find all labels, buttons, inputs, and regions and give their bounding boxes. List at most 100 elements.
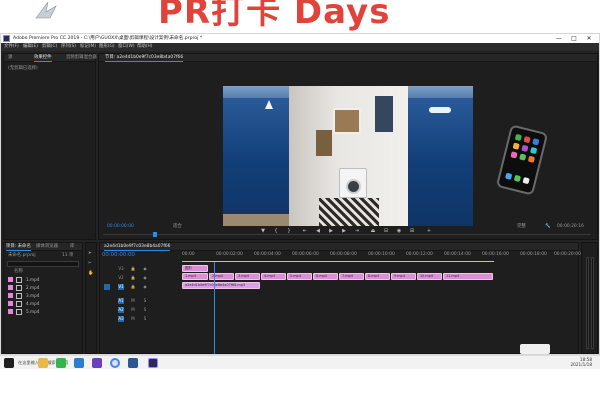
windows-start-icon[interactable] bbox=[4, 358, 14, 368]
mark-in-icon[interactable]: { bbox=[272, 227, 280, 235]
program-timecode[interactable]: 00:00:00:00 bbox=[107, 224, 134, 230]
tab-program[interactable]: 节目: a2e4d1b0e9f7c03e8b4a07f66 bbox=[105, 54, 184, 62]
file-explorer-icon[interactable] bbox=[38, 358, 48, 368]
timeline-clip[interactable]: 7.mp4 bbox=[339, 273, 364, 280]
project-item[interactable]: 5.mp4 bbox=[8, 308, 82, 316]
browser-icon[interactable] bbox=[74, 358, 84, 368]
wrench-icon[interactable]: 🔧 bbox=[545, 224, 550, 230]
tools-panel: ➤ ✂ ✋ bbox=[85, 242, 97, 354]
project-item[interactable]: 3.mp4 bbox=[8, 292, 82, 300]
selection-tool-icon[interactable]: ➤ bbox=[88, 251, 92, 257]
add-button-icon[interactable]: + bbox=[425, 227, 433, 235]
eye-icon[interactable]: ◉ bbox=[142, 284, 148, 290]
tray-toolbar[interactable] bbox=[520, 344, 550, 354]
go-to-out-icon[interactable]: ⇥ bbox=[353, 227, 361, 235]
target-v3[interactable] bbox=[104, 266, 110, 272]
timeline-clip[interactable]: 8.mp4 bbox=[365, 273, 390, 280]
project-search-input[interactable] bbox=[7, 261, 79, 267]
chrome-icon[interactable] bbox=[110, 358, 120, 368]
menu-clip[interactable]: 剪辑(C) bbox=[42, 43, 57, 51]
wall-shelf bbox=[333, 108, 361, 134]
lock-icon[interactable]: 🔒 bbox=[130, 275, 136, 281]
add-marker-icon[interactable]: ▼ bbox=[259, 227, 267, 235]
maximize-button[interactable]: □ bbox=[568, 34, 580, 43]
source-patch-v1[interactable] bbox=[104, 284, 110, 290]
timeline-clip[interactable]: 4.mp4 bbox=[261, 273, 286, 280]
wechat-icon[interactable] bbox=[56, 358, 66, 368]
timeline-playhead[interactable] bbox=[214, 262, 215, 354]
hand-tool-icon[interactable]: ✋ bbox=[88, 271, 93, 277]
project-item[interactable]: 4.mp4 bbox=[8, 300, 82, 308]
title-bar: Adobe Premiere Pro CC 2019 - C:\用户\GUOXX… bbox=[1, 34, 599, 43]
menu-window[interactable]: 窗口(W) bbox=[118, 43, 135, 51]
play-icon[interactable]: ▶ bbox=[327, 227, 335, 235]
timeline-clip[interactable]: 9.mp4 bbox=[391, 273, 416, 280]
timeline-clip[interactable]: 1.mp4 bbox=[182, 273, 208, 280]
lock-icon[interactable]: 🔒 bbox=[130, 284, 136, 290]
timeline-clip[interactable]: 2.mp4 bbox=[209, 273, 234, 280]
timeline-timecode[interactable]: 00:00:00:00 bbox=[102, 252, 135, 258]
export-frame-icon[interactable]: ◉ bbox=[395, 227, 403, 235]
premiere-taskbar-icon[interactable] bbox=[148, 358, 158, 368]
comparison-view-icon[interactable]: ⊞ bbox=[408, 227, 416, 235]
app-icon bbox=[529, 146, 538, 155]
mute-icon[interactable]: M bbox=[130, 298, 136, 304]
project-item[interactable]: 1.mp4 bbox=[8, 276, 82, 284]
ruler-tick: 00:00:06:00 bbox=[292, 252, 319, 257]
timeline-clip[interactable]: 10.mp4 bbox=[417, 273, 442, 280]
word-icon[interactable] bbox=[128, 358, 138, 368]
go-to-in-icon[interactable]: ⇤ bbox=[301, 227, 309, 235]
time-ruler[interactable]: 00:00 00:00:02:00 00:00:04:00 00:00:06:0… bbox=[182, 252, 581, 261]
timeline-clip[interactable]: 6.mp4 bbox=[313, 273, 338, 280]
mute-icon[interactable]: M bbox=[130, 307, 136, 313]
tab-sequence[interactable]: a2e4d1b0e9f7c03e8b4a07f66 bbox=[104, 243, 171, 251]
eye-icon[interactable]: ◉ bbox=[142, 275, 148, 281]
eye-icon[interactable]: ◉ bbox=[142, 266, 148, 272]
close-button[interactable]: ✕ bbox=[583, 34, 595, 43]
tab-effect-controls[interactable]: 效果控件 bbox=[34, 54, 52, 62]
tab-project[interactable]: 项目: 未命名 bbox=[6, 243, 31, 251]
ruler-tick: 00:00:02:00 bbox=[216, 252, 243, 257]
clip-icon bbox=[16, 293, 22, 299]
audio-clip[interactable]: a2e4d1b0e9f7c03e8b4a07f66.mp3 bbox=[182, 282, 260, 289]
solo-icon[interactable]: S bbox=[142, 316, 148, 322]
razor-tool-icon[interactable]: ✂ bbox=[88, 261, 92, 267]
work-area-bar[interactable] bbox=[182, 261, 494, 262]
step-back-icon[interactable]: ◀ bbox=[314, 227, 322, 235]
timeline-clip[interactable]: 3.mp4 bbox=[235, 273, 260, 280]
tray-clock[interactable]: 18:58 2021/1/18 bbox=[571, 357, 592, 367]
mark-out-icon[interactable]: } bbox=[285, 227, 293, 235]
menu-file[interactable]: 文件(F) bbox=[4, 43, 19, 51]
step-forward-icon[interactable]: ▶ bbox=[340, 227, 348, 235]
fit-dropdown[interactable]: 适合 bbox=[173, 224, 182, 230]
tab-media-browser[interactable]: 媒体浏览器 bbox=[36, 243, 58, 251]
project-tabs: 项目: 未命名 媒体浏览器 库 bbox=[4, 243, 82, 251]
menu-marker[interactable]: 标记(M) bbox=[80, 43, 96, 51]
solo-icon[interactable]: S bbox=[142, 298, 148, 304]
extract-icon[interactable]: ⊟ bbox=[382, 227, 390, 235]
tab-audio-mixer[interactable]: 音频剪辑混合器 bbox=[66, 54, 97, 62]
lock-icon[interactable]: 🔒 bbox=[130, 266, 136, 272]
track-label-a2: A2 bbox=[118, 307, 124, 313]
menu-help[interactable]: 帮助(H) bbox=[137, 43, 153, 51]
app-icon bbox=[532, 138, 540, 146]
minimize-button[interactable]: — bbox=[553, 34, 565, 43]
timeline-clip[interactable]: 5.mp4 bbox=[287, 273, 312, 280]
timeline-clip[interactable]: 11.mp4 bbox=[443, 273, 493, 280]
menu-sequence[interactable]: 序列(S) bbox=[61, 43, 76, 51]
tab-library[interactable]: 库 bbox=[70, 243, 74, 251]
playhead[interactable] bbox=[153, 232, 157, 237]
title-clip[interactable]: 图形 bbox=[182, 265, 208, 272]
solo-icon[interactable]: S bbox=[142, 307, 148, 313]
app-icon[interactable] bbox=[92, 358, 102, 368]
menu-edit[interactable]: 编辑(E) bbox=[23, 43, 38, 51]
lift-icon[interactable]: ⏏ bbox=[369, 227, 377, 235]
mute-icon[interactable]: M bbox=[130, 316, 136, 322]
ruler-tick: 00:00 bbox=[182, 252, 195, 257]
menu-graphics[interactable]: 图形(G) bbox=[99, 43, 115, 51]
tab-source[interactable]: 源 bbox=[8, 54, 12, 62]
quality-dropdown[interactable]: 完整 bbox=[517, 224, 526, 230]
column-header-name[interactable]: 名称 bbox=[14, 269, 23, 275]
hanging-clothes bbox=[375, 96, 393, 132]
project-item[interactable]: 2.mp4 bbox=[8, 284, 82, 292]
